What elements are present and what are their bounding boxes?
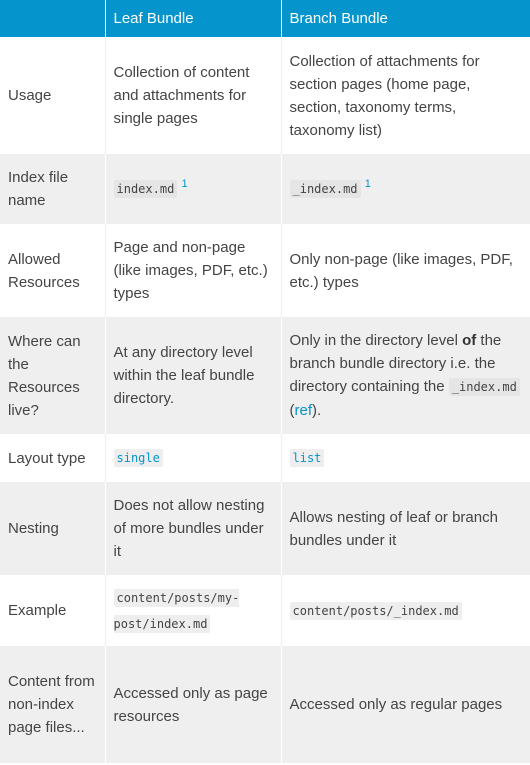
table-row-nesting: Nesting Does not allow nesting of more b…	[0, 482, 530, 575]
branch-cell: Only in the directory level of the branc…	[281, 317, 530, 434]
row-label: Allowed Resources	[0, 224, 106, 317]
branch-cell: Collection of attachments for section pa…	[281, 37, 530, 154]
leaf-index-code: index.md	[113, 180, 178, 198]
branch-text-bold: of	[462, 332, 477, 349]
branch-text-pre: Only in the directory level	[289, 332, 463, 349]
header-blank	[0, 0, 106, 37]
table-row-usage: Usage Collection of content and attachme…	[0, 37, 530, 154]
leaf-example-code: content/posts/my-post/index.md	[113, 588, 240, 633]
table-row-layout-type: Layout type single list	[0, 434, 530, 482]
row-label: Where can the Resources live?	[0, 317, 106, 434]
table-row-resources-live: Where can the Resources live? At any dir…	[0, 317, 530, 434]
leaf-cell: index.md 1	[105, 154, 282, 224]
table-row-allowed-resources: Allowed Resources Page and non-page (lik…	[0, 224, 530, 317]
table-row-content-non-index: Content from non-index page files... Acc…	[0, 646, 530, 763]
leaf-cell: Page and non-page (like images, PDF, etc…	[105, 224, 282, 317]
row-label: Layout type	[0, 434, 106, 482]
table-row-index-file: Index file name index.md 1 _index.md 1	[0, 154, 530, 224]
leaf-cell: Accessed only as page resources	[105, 646, 282, 763]
footnote-link[interactable]: 1	[365, 178, 371, 190]
footnote-link[interactable]: 1	[181, 178, 187, 190]
table-header: Leaf Bundle Branch Bundle	[0, 0, 530, 37]
leaf-layout-code: single	[113, 449, 163, 467]
header-row: Leaf Bundle Branch Bundle	[0, 0, 530, 37]
header-branch-bundle: Branch Bundle	[281, 0, 530, 37]
leaf-cell: At any directory level within the leaf b…	[105, 317, 282, 434]
branch-layout-code: list	[289, 449, 325, 467]
table-row-example: Example content/posts/my-post/index.md c…	[0, 575, 530, 646]
branch-example-code: content/posts/_index.md	[289, 601, 462, 620]
table-body: Usage Collection of content and attachme…	[0, 37, 530, 763]
leaf-cell: Does not allow nesting of more bundles u…	[105, 482, 282, 575]
bundle-comparison-table: Leaf Bundle Branch Bundle Usage Collecti…	[0, 0, 530, 763]
leaf-cell: single	[105, 434, 282, 482]
paren-close: ).	[312, 402, 322, 419]
branch-cell: list	[281, 434, 530, 482]
ref-link[interactable]: ref	[295, 402, 313, 419]
row-label: Example	[0, 575, 106, 646]
branch-index-code: _index.md	[448, 378, 520, 396]
row-label: Usage	[0, 37, 106, 154]
row-label: Content from non-index page files...	[0, 646, 106, 763]
branch-cell: Allows nesting of leaf or branch bundles…	[281, 482, 530, 575]
row-label: Index file name	[0, 154, 106, 224]
branch-cell: _index.md 1	[281, 154, 530, 224]
row-label: Nesting	[0, 482, 106, 575]
leaf-cell: content/posts/my-post/index.md	[105, 575, 282, 646]
header-leaf-bundle: Leaf Bundle	[105, 0, 282, 37]
branch-cell: Only non-page (like images, PDF, etc.) t…	[281, 224, 530, 317]
branch-index-code: _index.md	[289, 180, 361, 198]
branch-cell: content/posts/_index.md	[281, 575, 530, 646]
leaf-cell: Collection of content and attachments fo…	[105, 37, 282, 154]
branch-cell: Accessed only as regular pages	[281, 646, 530, 763]
